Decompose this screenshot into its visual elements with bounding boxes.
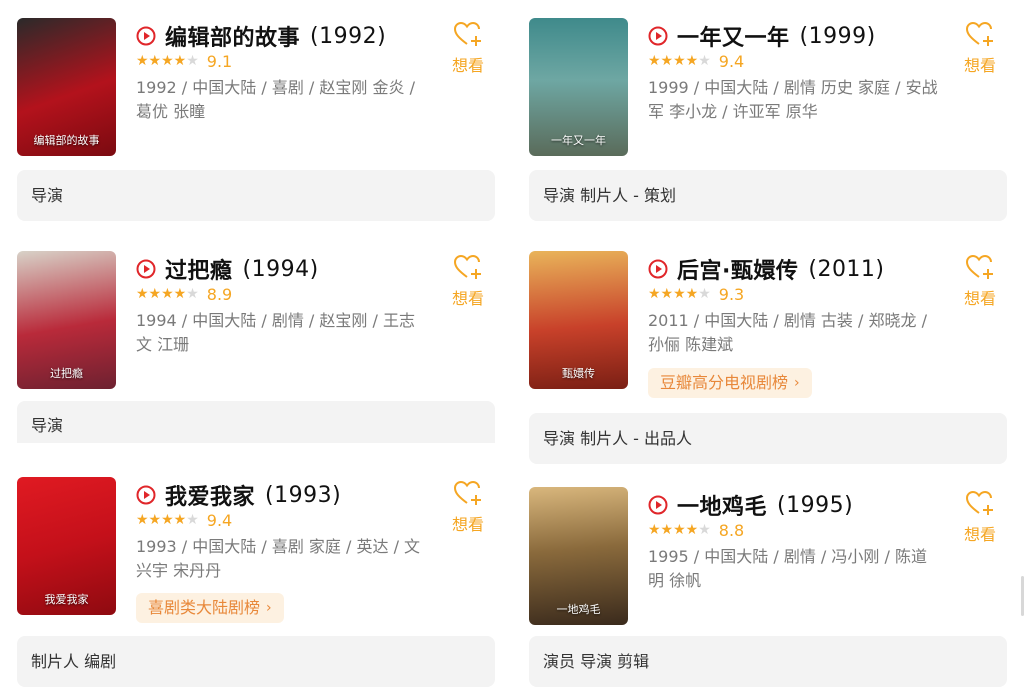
rating-row: ★★★★★ 9.3	[648, 284, 744, 304]
role-bar[interactable]: 导演	[17, 170, 495, 221]
star-rating: ★★★★★	[648, 522, 711, 538]
poster-image[interactable]: 一地鸡毛	[529, 487, 628, 625]
want-to-watch-label: 想看	[963, 525, 996, 544]
want-to-watch-label: 想看	[963, 289, 996, 308]
want-to-watch-label: 想看	[451, 56, 484, 75]
heart-plus-icon	[453, 21, 481, 46]
chevron-right-icon: ›	[266, 600, 272, 616]
show-year: (1993)	[265, 482, 342, 508]
want-to-watch-button[interactable]: 想看	[961, 253, 999, 309]
heart-plus-icon	[453, 254, 481, 279]
show-card[interactable]: 一地鸡毛 一地鸡毛 (1995) ★★★★★ 8.8 1995 / 中国大陆 /…	[529, 487, 1007, 687]
poster-image[interactable]: 一年又一年	[529, 18, 628, 156]
star-rating: ★★★★★	[648, 53, 711, 69]
show-card[interactable]: 甄嬛传 后宫·甄嬛传 (2011) ★★★★★ 9.3 2011 / 中国大陆 …	[529, 251, 1007, 464]
show-title[interactable]: 后宫·甄嬛传	[677, 253, 798, 285]
title-row[interactable]: 我爱我家 (1993)	[136, 479, 342, 511]
rating-row: ★★★★★ 9.1	[136, 51, 232, 71]
rating-score: 8.8	[718, 520, 745, 540]
title-row[interactable]: 编辑部的故事 (1992)	[136, 20, 387, 52]
heart-plus-icon	[965, 21, 993, 46]
show-title[interactable]: 一地鸡毛	[677, 489, 767, 521]
show-year: (1995)	[777, 492, 854, 518]
heart-plus-icon	[453, 480, 481, 505]
rating-score: 8.9	[206, 284, 233, 304]
rating-row: ★★★★★ 9.4	[136, 510, 232, 530]
want-to-watch-button[interactable]: 想看	[449, 479, 487, 535]
chevron-right-icon: ›	[794, 375, 800, 391]
play-icon[interactable]	[136, 485, 156, 505]
heart-plus-icon	[965, 490, 993, 515]
want-to-watch-button[interactable]: 想看	[449, 253, 487, 309]
show-title[interactable]: 过把瘾	[165, 253, 233, 285]
poster-title: 一年又一年	[551, 134, 606, 147]
show-year: (1999)	[799, 23, 876, 49]
want-to-watch-label: 想看	[451, 289, 484, 308]
role-bar[interactable]: 制片人 编剧	[17, 636, 495, 687]
show-card[interactable]: 我爱我家 我爱我家 (1993) ★★★★★ 9.4 1993 / 中国大陆 /…	[17, 477, 495, 687]
star-rating: ★★★★★	[136, 286, 199, 302]
play-icon[interactable]	[648, 259, 668, 279]
poster-title: 编辑部的故事	[33, 134, 100, 147]
show-year: (1994)	[242, 256, 319, 282]
poster-image[interactable]: 我爱我家	[17, 477, 116, 615]
show-year: (2011)	[808, 256, 885, 282]
title-row[interactable]: 后宫·甄嬛传 (2011)	[648, 253, 885, 285]
show-meta: 1993 / 中国大陆 / 喜剧 家庭 / 英达 / 文兴宇 宋丹丹	[136, 537, 421, 580]
rating-score: 9.1	[206, 51, 233, 71]
show-title[interactable]: 编辑部的故事	[165, 20, 300, 52]
show-meta: 1992 / 中国大陆 / 喜剧 / 赵宝刚 金炎 / 葛优 张瞳	[136, 78, 415, 121]
star-rating: ★★★★★	[136, 53, 199, 69]
want-to-watch-label: 想看	[451, 515, 484, 534]
show-meta: 1999 / 中国大陆 / 剧情 历史 家庭 / 安战军 李小龙 / 许亚军 原…	[648, 78, 938, 121]
poster-image[interactable]: 编辑部的故事	[17, 18, 116, 156]
show-card[interactable]: 编辑部的故事 编辑部的故事 (1992) ★★★★★ 9.1 1992 / 中国…	[17, 18, 495, 221]
star-rating: ★★★★★	[136, 512, 199, 528]
rating-score: 9.3	[718, 284, 745, 304]
show-meta: 2011 / 中国大陆 / 剧情 古装 / 郑晓龙 / 孙俪 陈建斌	[648, 311, 927, 354]
chart-tag-label: 豆瓣高分电视剧榜	[660, 373, 789, 392]
role-bar[interactable]: 演员 导演 剪辑	[529, 636, 1007, 687]
rating-score: 9.4	[206, 510, 233, 530]
want-to-watch-label: 想看	[963, 56, 996, 75]
want-to-watch-button[interactable]: 想看	[961, 489, 999, 545]
poster-title: 过把瘾	[50, 367, 83, 380]
title-row[interactable]: 过把瘾 (1994)	[136, 253, 319, 285]
chart-tag-button[interactable]: 喜剧类大陆剧榜 ›	[136, 593, 284, 623]
show-title[interactable]: 我爱我家	[165, 479, 255, 511]
poster-title: 甄嬛传	[562, 367, 595, 380]
play-icon[interactable]	[136, 26, 156, 46]
rating-row: ★★★★★ 8.9	[136, 284, 232, 304]
play-icon[interactable]	[648, 26, 668, 46]
want-to-watch-button[interactable]: 想看	[961, 20, 999, 76]
role-bar[interactable]: 导演	[17, 401, 495, 443]
star-rating: ★★★★★	[648, 286, 711, 302]
show-title[interactable]: 一年又一年	[677, 20, 790, 52]
play-icon[interactable]	[648, 495, 668, 515]
rating-row: ★★★★★ 9.4	[648, 51, 744, 71]
poster-image[interactable]: 过把瘾	[17, 251, 116, 389]
poster-title: 一地鸡毛	[556, 603, 601, 616]
title-row[interactable]: 一年又一年 (1999)	[648, 20, 876, 52]
rating-score: 9.4	[718, 51, 745, 71]
heart-plus-icon	[965, 254, 993, 279]
rating-row: ★★★★★ 8.8	[648, 520, 744, 540]
poster-image[interactable]: 甄嬛传	[529, 251, 628, 389]
poster-title: 我爱我家	[44, 593, 89, 606]
play-icon[interactable]	[136, 259, 156, 279]
want-to-watch-button[interactable]: 想看	[449, 20, 487, 76]
chart-tag-button[interactable]: 豆瓣高分电视剧榜 ›	[648, 368, 812, 398]
show-meta: 1995 / 中国大陆 / 剧情 / 冯小刚 / 陈道明 徐帆	[648, 547, 927, 590]
role-bar[interactable]: 导演 制片人 - 策划	[529, 170, 1007, 221]
show-card[interactable]: 过把瘾 过把瘾 (1994) ★★★★★ 8.9 1994 / 中国大陆 / 剧…	[17, 251, 495, 443]
role-bar[interactable]: 导演 制片人 - 出品人	[529, 413, 1007, 464]
chart-tag-label: 喜剧类大陆剧榜	[148, 598, 261, 617]
title-row[interactable]: 一地鸡毛 (1995)	[648, 489, 854, 521]
show-year: (1992)	[310, 23, 387, 49]
show-meta: 1994 / 中国大陆 / 剧情 / 赵宝刚 / 王志文 江珊	[136, 311, 415, 354]
show-card[interactable]: 一年又一年 一年又一年 (1999) ★★★★★ 9.4 1999 / 中国大陆…	[529, 18, 1007, 221]
